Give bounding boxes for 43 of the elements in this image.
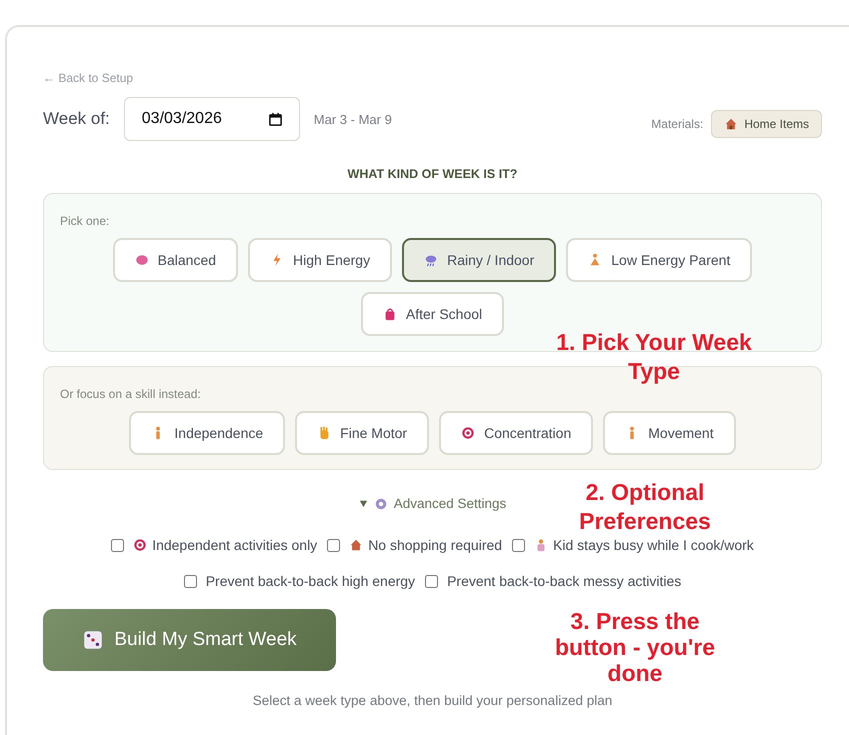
- week-type-button[interactable]: Low Energy Parent: [566, 238, 752, 282]
- person-icon: [588, 253, 602, 267]
- checkbox-option[interactable]: Prevent back-to-back messy activities: [425, 573, 682, 589]
- house-icon: [349, 538, 364, 552]
- checkbox[interactable]: [184, 574, 197, 588]
- caret-icon: [358, 499, 368, 508]
- week-type-button[interactable]: High Energy: [248, 238, 392, 282]
- advanced-settings-toggle[interactable]: Advanced Settings: [358, 496, 506, 511]
- target-icon: [461, 426, 476, 440]
- checkbox-option[interactable]: No shopping required: [327, 537, 502, 553]
- house-icon: [724, 117, 738, 131]
- checkbox[interactable]: [111, 538, 124, 552]
- date-field[interactable]: 03/03/2026: [124, 97, 300, 141]
- build-week-button[interactable]: Build My Smart Week: [43, 609, 336, 671]
- materials-value: Home Items: [744, 117, 809, 131]
- annotation-text: 3. Press the button - you're done: [554, 608, 716, 686]
- panel-label: Or focus on a skill instead:: [60, 387, 202, 401]
- target-icon: [133, 538, 148, 552]
- dice-icon: [82, 629, 104, 651]
- checkbox-option[interactable]: Kid stays busy while I cook/work: [512, 537, 754, 553]
- annotation-text: 1. Pick Your Week Type: [555, 328, 753, 386]
- week-label: Week of:: [43, 109, 110, 129]
- hint-text: Select a week type above, then build your personalized plan: [252, 693, 612, 708]
- checkbox-option[interactable]: Independent activities only: [111, 537, 318, 553]
- annotation-text: 2. Optional Preferences: [578, 478, 712, 536]
- checkbox[interactable]: [327, 538, 340, 552]
- checkbox-option[interactable]: Prevent back-to-back high energy: [184, 573, 416, 589]
- week-type-button[interactable]: Rainy / Indoor: [402, 238, 556, 282]
- backpack-icon: [382, 307, 397, 321]
- week-type-button[interactable]: After School: [360, 292, 504, 336]
- skill-button[interactable]: Fine Motor: [295, 411, 430, 455]
- checkbox[interactable]: [425, 574, 438, 588]
- date-range: Mar 3 - Mar 9: [314, 112, 392, 126]
- skill-button[interactable]: Independence: [129, 411, 286, 455]
- cloud-icon: [424, 253, 438, 267]
- checkbox[interactable]: [512, 538, 526, 552]
- skill-button[interactable]: Concentration: [439, 411, 594, 455]
- skill-button[interactable]: Movement: [603, 411, 736, 455]
- materials-label: Materials:: [651, 117, 704, 131]
- calendar-icon: [268, 112, 283, 126]
- week-type-button[interactable]: Balanced: [112, 238, 238, 282]
- panel-label: Pick one:: [60, 214, 110, 228]
- section-heading: WHAT KIND OF WEEK IS IT?: [346, 167, 518, 181]
